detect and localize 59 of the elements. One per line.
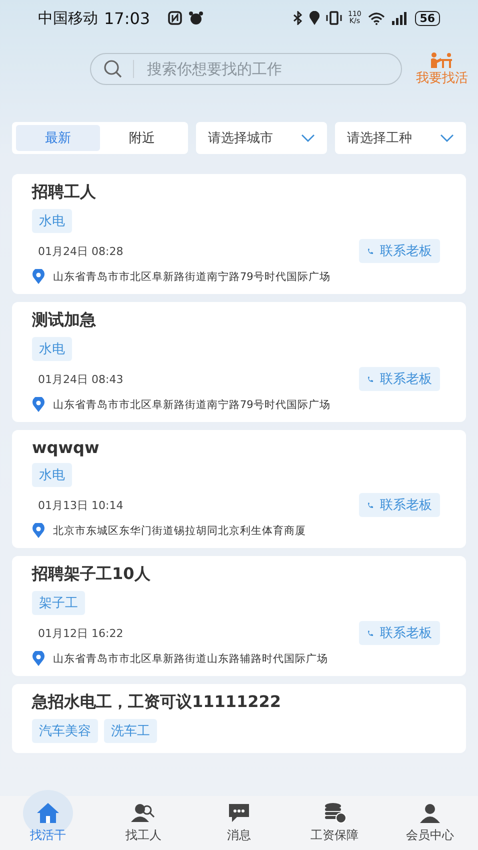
location-pin-icon [32, 523, 45, 538]
job-tag: 架子工 [32, 591, 85, 615]
job-tag: 水电 [32, 209, 72, 233]
people-icon [131, 803, 156, 823]
phone-icon [367, 630, 374, 636]
signal-icon [390, 12, 409, 24]
tab[interactable]: 附近 [100, 125, 184, 151]
date-text: 01月12日 16:22 [38, 626, 124, 640]
address-text: 山东省青岛市市北区阜新路街道南宁路79号时代国际广场 [53, 270, 330, 284]
location-icon [308, 11, 320, 25]
address-text: 山东省青岛市市北区阜新路街道山东路辅路时代国际广场 [53, 652, 328, 666]
wifi-icon [368, 12, 385, 24]
job-card[interactable]: 招聘架子工10人 架子工 01月12日 16:22 联系老板 山东省青岛市市北区阜新路街道山东路辅路时代国际广场 [12, 556, 466, 676]
date-text: 01月24日 08:43 [38, 372, 124, 386]
location-pin-icon [32, 651, 45, 666]
date-text: 01月13日 10:14 [38, 498, 124, 512]
nav-tab[interactable]: 找工人 [96, 796, 192, 850]
job-tag: 洗车工 [104, 719, 157, 743]
job-title: wqwqw [32, 438, 100, 457]
phone-icon [367, 376, 374, 382]
search-field[interactable]: 搜索你想要找的工作 [90, 53, 402, 85]
job-title: 招聘工人 [32, 182, 97, 203]
job-card[interactable]: 急招水电工，工资可议11111222 汽车美容 洗车工 [12, 684, 466, 753]
job-card[interactable]: 测试加急 水电 01月24日 08:43 联系老板 山东省青岛市市北区阜新路街道南宁路79号时代国际广场 [12, 302, 466, 422]
chat-icon [226, 803, 251, 823]
worker-icon [429, 52, 455, 68]
job-title: 急招水电工，工资可议11111222 [32, 692, 282, 713]
phone-icon [367, 248, 374, 254]
chevron-down-icon [301, 134, 315, 142]
date-text: 01月24日 08:28 [38, 244, 124, 258]
battery-icon: 56 [414, 10, 440, 26]
coins-icon [322, 802, 347, 824]
phone-icon [367, 502, 374, 508]
vibrate-icon [326, 11, 342, 25]
clock-text: 17:03 [104, 8, 150, 28]
nav-tab[interactable]: 会员中心 [382, 796, 478, 850]
carrier-text: 中国移动 [38, 8, 98, 28]
job-tag: 水电 [32, 463, 72, 487]
address-text: 山东省青岛市市北区阜新路街道南宁路79号时代国际广场 [53, 398, 330, 412]
chevron-down-icon [440, 134, 454, 142]
search-icon [103, 59, 123, 79]
job-title: 测试加急 [32, 310, 97, 331]
location-pin-icon [32, 269, 45, 284]
bluetooth-icon [292, 11, 303, 25]
location-pin-icon [32, 397, 45, 412]
nav-tab[interactable]: 消息 [191, 796, 287, 850]
dropdown[interactable]: 请选择工种 [335, 122, 466, 154]
user-icon [419, 803, 442, 823]
address-text: 北京市东城区东华门街道锡拉胡同北京利生体育商厦 [53, 524, 306, 538]
nav-tab[interactable]: 工资保障 [286, 796, 382, 850]
tab[interactable]: 最新 [16, 125, 100, 151]
job-card[interactable]: wqwqw 水电 01月13日 10:14 联系老板 北京市东城区东华门街道锡拉胡同北京利生体育商厦 [12, 430, 466, 548]
job-tag: 汽车美容 [32, 719, 98, 743]
job-card[interactable]: 招聘工人 水电 01月24日 08:28 联系老板 山东省青岛市市北区阜新路街道南宁路79号时代国际广场 [12, 174, 466, 294]
job-title: 招聘架子工10人 [32, 564, 152, 585]
home-icon [36, 802, 60, 824]
nfc-icon [168, 11, 182, 25]
dropdown[interactable]: 请选择城市 [196, 122, 327, 154]
job-tag: 水电 [32, 337, 72, 361]
